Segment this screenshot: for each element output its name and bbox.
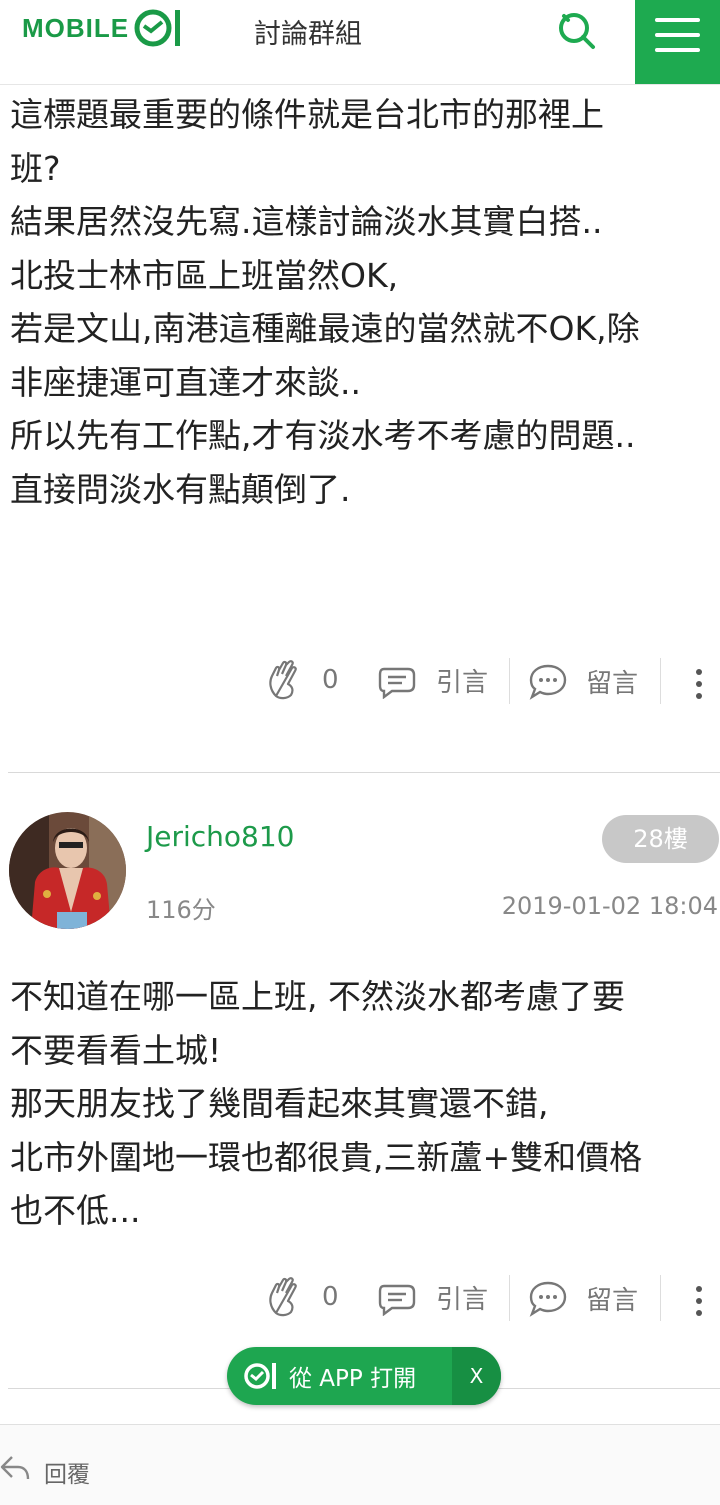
divider (660, 658, 661, 704)
search-button[interactable] (556, 10, 596, 50)
close-banner-button[interactable]: X (452, 1347, 501, 1405)
reply-button[interactable]: 回覆 (44, 1455, 90, 1489)
quote-label: 引言 (436, 1285, 489, 1315)
like-button[interactable]: 0 (266, 660, 339, 700)
reply-arrow-icon[interactable] (0, 1453, 30, 1483)
avatar[interactable] (9, 812, 126, 929)
quote-bubble-icon (378, 667, 416, 699)
floor-badge: 28樓 (602, 815, 719, 863)
clap-hands-icon (269, 1277, 297, 1317)
post-timestamp: 2019-01-02 18:04 (501, 892, 718, 920)
post-line: 所以先有工作點,才有淡水考不考慮的問題.. (10, 416, 636, 455)
search-icon (559, 13, 595, 49)
user-score: 116分 (146, 896, 216, 924)
comment-bubble-icon (529, 664, 567, 700)
post-body-1: 這標題最重要的條件就是台北市的那裡上 班? 結果居然沒先寫.這樣討論淡水其實白搭… (10, 88, 715, 516)
divider (509, 1275, 510, 1321)
page-title: 討論群組 (254, 19, 362, 50)
top-header: MOBILE 討論群組 (0, 0, 720, 85)
comment-button[interactable]: 留言 (528, 662, 638, 700)
divider (660, 1275, 661, 1321)
open-in-app-label: 從 APP 打開 (289, 1366, 417, 1392)
more-options-icon[interactable] (696, 1286, 706, 1322)
like-count: 0 (322, 1282, 339, 1312)
hamburger-menu-button[interactable] (635, 0, 720, 84)
mobile01-logo[interactable]: MOBILE (22, 8, 185, 48)
clap-hands-icon (269, 660, 297, 700)
quote-button[interactable]: 引言 (378, 1279, 488, 1316)
open-in-app-banner: 從 APP 打開 X (227, 1347, 501, 1405)
comment-button[interactable]: 留言 (528, 1279, 638, 1317)
comment-label: 留言 (586, 1285, 639, 1316)
post-line: 班? (10, 148, 61, 188)
username[interactable]: Jericho810 (146, 820, 295, 853)
post-line: 非座捷運可直達才來談.. (10, 362, 361, 402)
quote-label: 引言 (436, 668, 489, 698)
quote-button[interactable]: 引言 (378, 662, 488, 699)
bottom-reply-bar: 回覆 (0, 1424, 720, 1505)
post-actions-1: 0 引言 留言 (0, 658, 720, 708)
post-line: 北投士林市區上班當然OK, (10, 255, 399, 295)
post-actions-2: 0 引言 留言 (0, 1275, 720, 1325)
post-line: 不知道在哪一區上班, 不然淡水都考慮了要 (10, 977, 625, 1016)
user-photo (9, 812, 126, 929)
more-options-icon[interactable] (696, 669, 706, 705)
post-line: 若是文山,南港這種離最遠的當然就不OK,除 (10, 309, 640, 348)
post-line: 直接問淡水有點顛倒了. (10, 469, 351, 509)
open-in-app-button[interactable]: 從 APP 打開 (227, 1347, 452, 1405)
quote-bubble-icon (378, 1284, 416, 1316)
comment-label: 留言 (586, 668, 639, 699)
post-line: 也不低... (10, 1191, 141, 1230)
logo-text: MOBILE (22, 12, 130, 43)
comment-bubble-icon (529, 1281, 567, 1317)
like-button[interactable]: 0 (266, 1277, 339, 1317)
mobile01-app-icon (244, 1363, 276, 1389)
post-body-2: 不知道在哪一區上班, 不然淡水都考慮了要 不要看看土城! 那天朋友找了幾間看起來… (10, 970, 715, 1238)
post-line: 北市外圍地一環也都很貴,三新蘆+雙和價格 (10, 1137, 643, 1177)
like-count: 0 (322, 665, 339, 695)
post-line: 結果居然沒先寫.這樣討論淡水其實白搭.. (10, 202, 603, 241)
post-line: 不要看看土城! (10, 1030, 222, 1070)
post-line: 那天朋友找了幾間看起來其實還不錯, (10, 1084, 549, 1123)
divider (509, 658, 510, 704)
post-divider (8, 772, 720, 773)
logo-01-icon (134, 9, 181, 47)
post-line: 這標題最重要的條件就是台北市的那裡上 (10, 95, 604, 134)
